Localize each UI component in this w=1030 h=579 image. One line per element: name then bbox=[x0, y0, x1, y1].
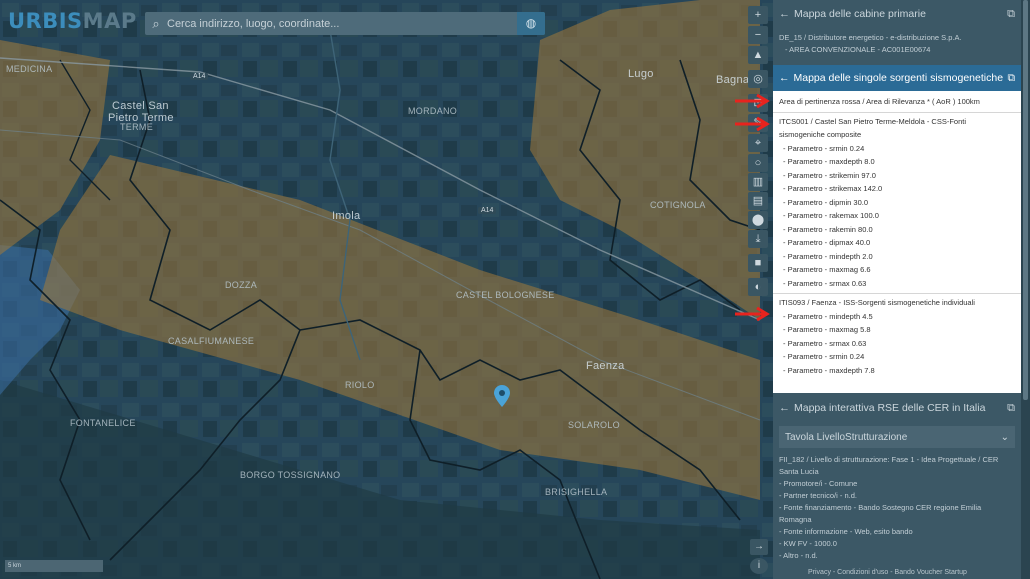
globe-icon[interactable]: ◍ bbox=[517, 12, 545, 35]
external-link-icon[interactable]: ⧉ bbox=[1007, 8, 1015, 21]
parameter-line: - Parametro - mindepth 2.0 bbox=[783, 251, 873, 261]
map-label: Imola bbox=[332, 210, 361, 222]
search-icon: ⌕ bbox=[152, 15, 160, 31]
highway-shield: A14 bbox=[478, 207, 497, 214]
highlighted-section: ← Mappa delle singole sorgenti sismogene… bbox=[773, 65, 1021, 393]
search-input[interactable] bbox=[167, 12, 517, 35]
panel-scrollbar[interactable] bbox=[1021, 0, 1030, 579]
parameter-line: Romagna bbox=[779, 515, 812, 524]
parameter-line: - Parametro - strikemin 97.0 bbox=[783, 170, 876, 180]
parameter-line: - KW FV - 1000.0 bbox=[779, 539, 837, 548]
map-label: BRISIGHELLA bbox=[545, 487, 608, 497]
back-arrow-icon[interactable]: ← bbox=[779, 402, 790, 414]
parameter-line: - Parametro - dipmin 30.0 bbox=[783, 197, 869, 207]
parameter-line: - Parametro - rakemax 100.0 bbox=[783, 211, 879, 220]
map-label: MORDANO bbox=[408, 106, 458, 116]
parameter-line: - Parametro - srmax 0.63 bbox=[783, 338, 867, 348]
info-line: DE_15 / Distributore energetico - e-dist… bbox=[779, 33, 962, 42]
download-icon[interactable]: ⤓ bbox=[748, 230, 768, 248]
arrow-right-icon[interactable]: → bbox=[750, 539, 768, 555]
parameter-line: - Parametro - maxmag 5.8 bbox=[783, 325, 871, 334]
scrollbar-thumb[interactable] bbox=[1023, 0, 1028, 400]
parameter-line: - Parametro - srmax 0.63 bbox=[783, 278, 867, 288]
map-label: FONTANELICE bbox=[70, 418, 136, 428]
archive-icon[interactable]: ▤ bbox=[748, 192, 768, 210]
footer-links[interactable]: Privacy - Condizioni d'uso - Bando Vouch… bbox=[808, 569, 967, 576]
trash-icon[interactable]: ▥ bbox=[748, 173, 768, 191]
section-title: Mappa delle singole sorgenti sismogeneti… bbox=[793, 72, 1004, 84]
source-title: ITIS093 / Faenza - ISS-Sorgenti sismogen… bbox=[779, 298, 975, 307]
search-bar: ⌕ ◍ bbox=[145, 12, 545, 35]
external-link-icon[interactable]: ⧉ bbox=[1008, 72, 1016, 85]
parameter-line: - Promotore/i - Comune bbox=[779, 479, 858, 488]
section-header[interactable]: ← Mappa delle cabine primarie ⧉ bbox=[773, 0, 1021, 28]
map-label: COTIGNOLA bbox=[650, 200, 706, 210]
circle-icon[interactable]: ○ bbox=[748, 154, 768, 172]
arrow-annotation-icon bbox=[735, 117, 770, 131]
info-icon[interactable]: i bbox=[750, 558, 768, 574]
marker-icon[interactable]: ⌖ bbox=[748, 134, 768, 152]
parameter-line: - Parametro - maxmag 6.6 bbox=[783, 265, 871, 274]
parameter-line: - Parametro - mindepth 4.5 bbox=[783, 311, 873, 321]
section-title: Mappa delle cabine primarie bbox=[794, 8, 926, 20]
map-label: Lugo bbox=[628, 68, 654, 80]
map-label: SOLAROLO bbox=[568, 420, 620, 430]
back-arrow-icon[interactable]: ← bbox=[779, 72, 790, 84]
parameter-line: - Altro - n.d. bbox=[779, 551, 818, 560]
map-label: CASTEL BOLOGNESE bbox=[456, 290, 555, 300]
parameter-line: - Parametro - srmin 0.24 bbox=[783, 143, 865, 153]
map-label: RIOLO bbox=[345, 380, 375, 390]
map-label: MEDICINA bbox=[6, 64, 53, 74]
info-line: - AREA CONVENZIONALE - AC001E00674 bbox=[785, 45, 931, 54]
map-label: Faenza bbox=[586, 360, 625, 372]
map-label: Bagna bbox=[716, 74, 750, 86]
pin-icon[interactable]: ⬤ bbox=[748, 211, 768, 229]
parameter-line: - Fonte finanziamento - Bando Sostegno C… bbox=[779, 503, 982, 512]
compass-icon[interactable]: ▲ bbox=[748, 46, 768, 64]
bookmark-icon[interactable]: ■ bbox=[748, 254, 768, 272]
chevron-down-icon: ⌄ bbox=[1000, 431, 1009, 443]
map-label: CASALFIUMANESE bbox=[168, 336, 255, 346]
select-value: Tavola LivelloStrutturazione bbox=[785, 431, 908, 443]
section-header[interactable]: ← Mappa delle singole sorgenti sismogene… bbox=[773, 65, 1021, 91]
back-arrow-icon[interactable]: ← bbox=[779, 8, 790, 20]
section-title: Mappa interattiva RSE delle CER in Itali… bbox=[794, 402, 986, 414]
zoom-in-button[interactable]: + bbox=[748, 6, 768, 24]
parameter-line: - Fonte informazione - Web, esito bando bbox=[779, 527, 913, 536]
parameter-line: - Parametro - srmin 0.24 bbox=[783, 352, 865, 361]
info-panel: ← Mappa delle cabine primarie ⧉ DE_15 / … bbox=[773, 0, 1021, 579]
arrow-annotation-icon bbox=[735, 94, 770, 108]
basemap-icon[interactable]: ◐ bbox=[748, 278, 768, 296]
zoom-out-button[interactable]: − bbox=[748, 26, 768, 44]
parameter-line: FII_182 / Livello di strutturazione: Fas… bbox=[779, 455, 999, 464]
parameter-line: - Parametro - maxdepth 7.8 bbox=[783, 365, 875, 375]
parameter-line: - Parametro - strikemax 142.0 bbox=[783, 184, 883, 193]
map-scale: 5 km bbox=[5, 560, 103, 572]
arrow-annotation-icon bbox=[735, 307, 770, 321]
parameter-line: - Parametro - maxdepth 8.0 bbox=[783, 157, 875, 166]
logo-text-primary: URBIS bbox=[8, 9, 83, 33]
parameter-line: Santa Lucia bbox=[779, 467, 819, 476]
info-line: Area di pertinenza rossa / Area di Rilev… bbox=[779, 97, 980, 106]
external-link-icon[interactable]: ⧉ bbox=[1007, 402, 1015, 415]
parameter-line: - Parametro - rakemin 80.0 bbox=[783, 224, 873, 234]
parameter-line: - Partner tecnico/i - n.d. bbox=[779, 491, 857, 500]
section-header[interactable]: ← Mappa interattiva RSE delle CER in Ita… bbox=[773, 394, 1021, 422]
map-label: TERME bbox=[120, 122, 153, 132]
source-title: ITCS001 / Castel San Pietro Terme-Meldol… bbox=[779, 116, 967, 126]
app-logo[interactable]: URBISMAP bbox=[8, 9, 137, 33]
parameter-line: - Parametro - dipmax 40.0 bbox=[783, 238, 871, 247]
source-title: sismogeniche composite bbox=[779, 130, 862, 139]
highway-shield: A14 bbox=[190, 73, 209, 80]
logo-text-secondary: MAP bbox=[82, 9, 137, 33]
map-label: DOZZA bbox=[225, 280, 257, 290]
map-label: BORGO TOSSIGNANO bbox=[240, 470, 341, 480]
map-label: Castel San bbox=[112, 100, 169, 112]
divider bbox=[773, 111, 1021, 113]
layer-select[interactable]: Tavola LivelloStrutturazione ⌄ bbox=[779, 426, 1015, 448]
section-cer: ← Mappa interattiva RSE delle CER in Ita… bbox=[773, 394, 1021, 562]
divider bbox=[773, 293, 1021, 294]
locate-icon[interactable]: ◎ bbox=[748, 70, 768, 88]
